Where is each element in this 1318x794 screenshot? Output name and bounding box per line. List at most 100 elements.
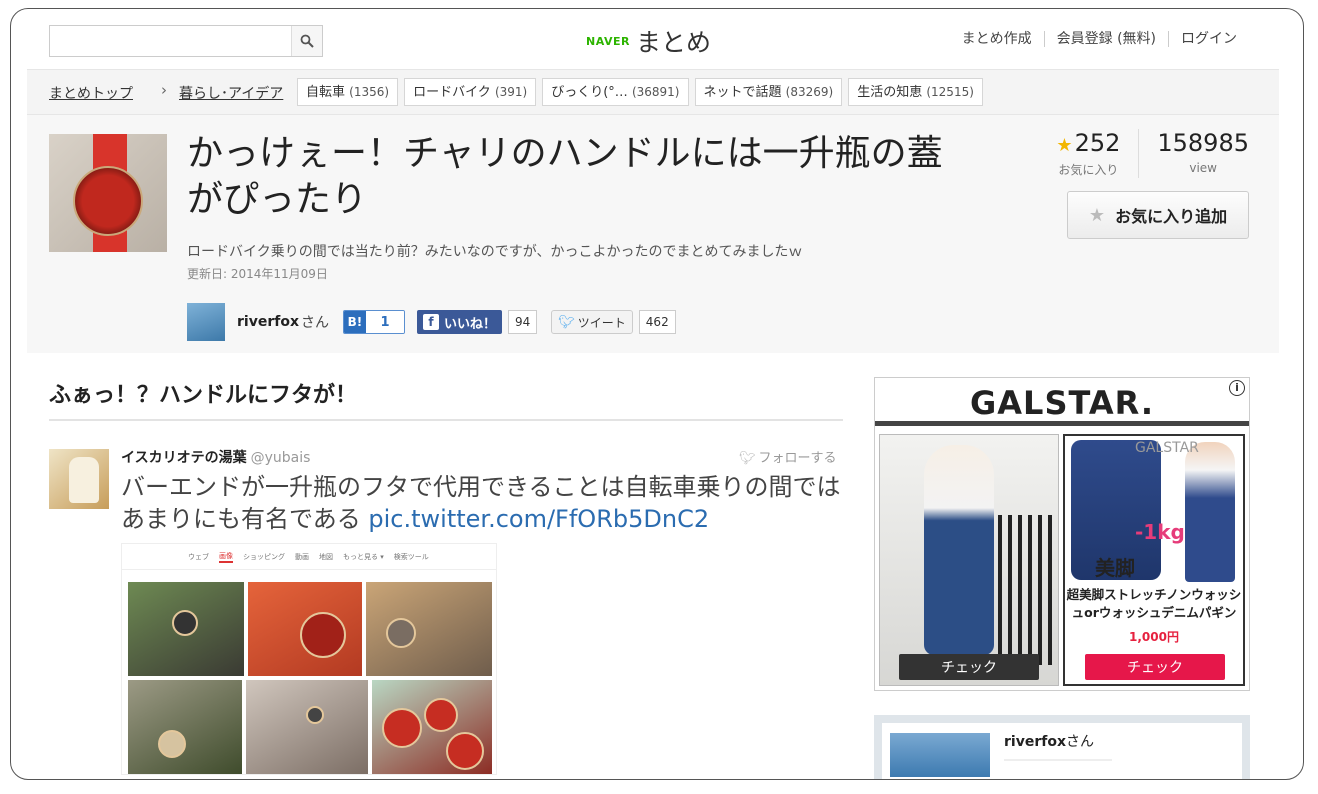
ad-check-button-left[interactable]: チェック (899, 654, 1039, 680)
tweet-label: ツイート (577, 315, 626, 330)
nav-item: 検索ツール (393, 552, 429, 561)
tag-count: (36891) (631, 85, 680, 99)
avatar-image-shape (69, 457, 99, 503)
breadcrumb-top-link[interactable]: まとめトップ (49, 83, 133, 103)
tag-label: 自転車 (306, 85, 346, 100)
tweet-button[interactable]: 🐦︎ ツイート (551, 310, 633, 334)
breadcrumb-category-link[interactable]: 暮らし･アイデア (179, 83, 283, 103)
search-box (49, 25, 323, 57)
add-favorite-label: お気に入り追加 (1115, 207, 1228, 226)
nav-item: もっと見る ▾ (343, 552, 384, 561)
tag-label: ネットで話題 (703, 85, 782, 100)
ad-left-image[interactable] (879, 434, 1059, 686)
ad-info-icon[interactable]: i (1229, 380, 1245, 396)
nav-item: 動画 (295, 552, 309, 561)
ad-bikyaku-label: 美脚 (1095, 556, 1135, 580)
tweet-count: 462 (638, 310, 676, 334)
search-icon (300, 34, 314, 48)
favorites-stat: ★252 お気に入り (1038, 129, 1138, 178)
tweet-user-handle[interactable]: @yubais (251, 450, 311, 466)
model-shape (924, 445, 994, 655)
chevron-right-icon: › (161, 81, 167, 99)
model-shape (1185, 442, 1235, 582)
search-input[interactable] (50, 26, 292, 56)
twitter-bird-icon: 🐦︎ (739, 451, 756, 466)
result-image-3 (366, 582, 492, 676)
result-image-5 (246, 680, 368, 774)
register-link[interactable]: 会員登録 (無料) (1043, 31, 1168, 47)
tweet-image-link[interactable]: pic.twitter.com/FfORb5DnC2 (368, 505, 709, 533)
author-suffix: さん (300, 315, 329, 331)
image-search-nav: ウェブ 画像 ショッピング 動画 地図 もっと見る ▾ 検索ツール (122, 544, 496, 570)
ad-kg-label: -1kg (1135, 520, 1185, 544)
tag-count: (12515) (926, 85, 974, 99)
login-link[interactable]: ログイン (1168, 31, 1249, 47)
twitter-bird-icon: 🐦︎ (558, 314, 575, 330)
site-logo[interactable]: NAVER まとめ (586, 23, 711, 59)
add-favorite-button[interactable]: ★ お気に入り追加 (1067, 191, 1249, 239)
ad-product-name: 超美脚ストレッチノンウォッシュorウォッシュデニムパギン (1065, 584, 1243, 622)
article-stats: ★252 お気に入り 158985 view (1038, 129, 1249, 178)
author-card-name[interactable]: riverfoxさん (1004, 731, 1094, 751)
article-header: かっけぇー！チャリのハンドルには一升瓶の蓋がぴったり ロードバイク乗りの間では当… (27, 115, 1279, 353)
facebook-icon: f (422, 314, 439, 330)
bottle-cap-shape (73, 166, 143, 236)
create-matome-link[interactable]: まとめ作成 (950, 31, 1044, 47)
favorites-count: 252 (1074, 129, 1121, 157)
tag-item[interactable]: ロードバイク (391) (404, 78, 537, 106)
article-description: ロードバイク乗りの間では当たり前？みたいなのですが、かっこよかったのでまとめてみ… (187, 244, 803, 260)
nav-item: ウェブ (188, 552, 209, 561)
advertisement[interactable]: GALSTAR. i GALSTAR -1kg 美脚 超美脚ストレッチノンウォッ… (874, 377, 1250, 691)
tag-item[interactable]: ネットで話題 (83269) (694, 78, 843, 106)
tweet-image[interactable]: ウェブ 画像 ショッピング 動画 地図 もっと見る ▾ 検索ツール (121, 543, 497, 775)
ad-price: 1,000円 (1129, 630, 1179, 644)
ad-right-panel[interactable]: GALSTAR -1kg 美脚 超美脚ストレッチノンウォッシュorウォッシュデニ… (1063, 434, 1245, 686)
page-frame: NAVER まとめ まとめ作成 会員登録 (無料) ログイン まとめトップ › … (10, 8, 1304, 780)
author-card: riverfoxさん (874, 715, 1250, 779)
section-heading: ふぁっ！？ハンドルにフタが！ (49, 377, 843, 421)
follow-label: フォローする (758, 451, 837, 466)
author-card-suffix: さん (1065, 734, 1094, 750)
tag-label: ロードバイク (413, 85, 491, 100)
result-image-2 (248, 582, 362, 676)
nav-item: 地図 (319, 552, 333, 561)
facebook-like-button[interactable]: f いいね！ (416, 310, 502, 334)
breadcrumb: まとめトップ › 暮らし･アイデア 自転車 (1356) ロードバイク (391… (27, 69, 1279, 115)
author-avatar[interactable] (187, 303, 225, 341)
result-image-6 (372, 680, 492, 774)
tweet-user: イスカリオテの湯葉 @yubais (121, 447, 310, 467)
tag-item[interactable]: 自転車 (1356) (297, 78, 399, 106)
tag-item[interactable]: びっくり(°… (36891) (542, 78, 689, 106)
facebook-like-label: いいね！ (443, 316, 496, 332)
tweet-user-avatar[interactable] (49, 449, 109, 509)
favorites-label: お気に入り (1058, 163, 1119, 177)
result-image-4 (128, 680, 242, 774)
divider (1004, 759, 1112, 761)
ad-right-brand: GALSTAR (1135, 440, 1199, 456)
nav-item-active: 画像 (219, 551, 233, 563)
hatena-count: 1 (365, 311, 404, 333)
author-name-link[interactable]: riverfox (237, 314, 299, 330)
tweet-user-name[interactable]: イスカリオテの湯葉 (121, 450, 247, 466)
nav-item: ショッピング (243, 552, 285, 561)
hatena-bookmark-button[interactable]: B! 1 (342, 310, 405, 334)
tag-label: 生活の知恵 (857, 85, 923, 100)
tag-count: (1356) (349, 85, 390, 99)
author-row: riverfox さん B! 1 f いいね！ 94 🐦︎ ツイート 462 (187, 303, 676, 341)
views-label: view (1189, 161, 1217, 175)
article-updated-date: 更新日: 2014年11月09日 (187, 267, 328, 281)
views-stat: 158985 view (1138, 129, 1249, 178)
article-title: かっけぇー！チャリのハンドルには一升瓶の蓋がぴったり (187, 133, 943, 220)
star-icon: ★ (1088, 204, 1106, 226)
views-count: 158985 (1157, 129, 1249, 157)
follow-button[interactable]: 🐦︎ フォローする (739, 447, 837, 466)
fence-shape (998, 515, 1054, 665)
tag-item[interactable]: 生活の知恵 (12515) (848, 78, 983, 106)
header-links: まとめ作成 会員登録 (無料) ログイン (950, 31, 1249, 47)
search-button[interactable] (291, 26, 322, 56)
tag-count: (83269) (785, 85, 834, 99)
ad-check-button-right[interactable]: チェック (1085, 654, 1225, 680)
article-thumbnail (49, 134, 167, 252)
tag-count: (391) (494, 85, 528, 99)
author-card-image[interactable] (890, 733, 990, 777)
